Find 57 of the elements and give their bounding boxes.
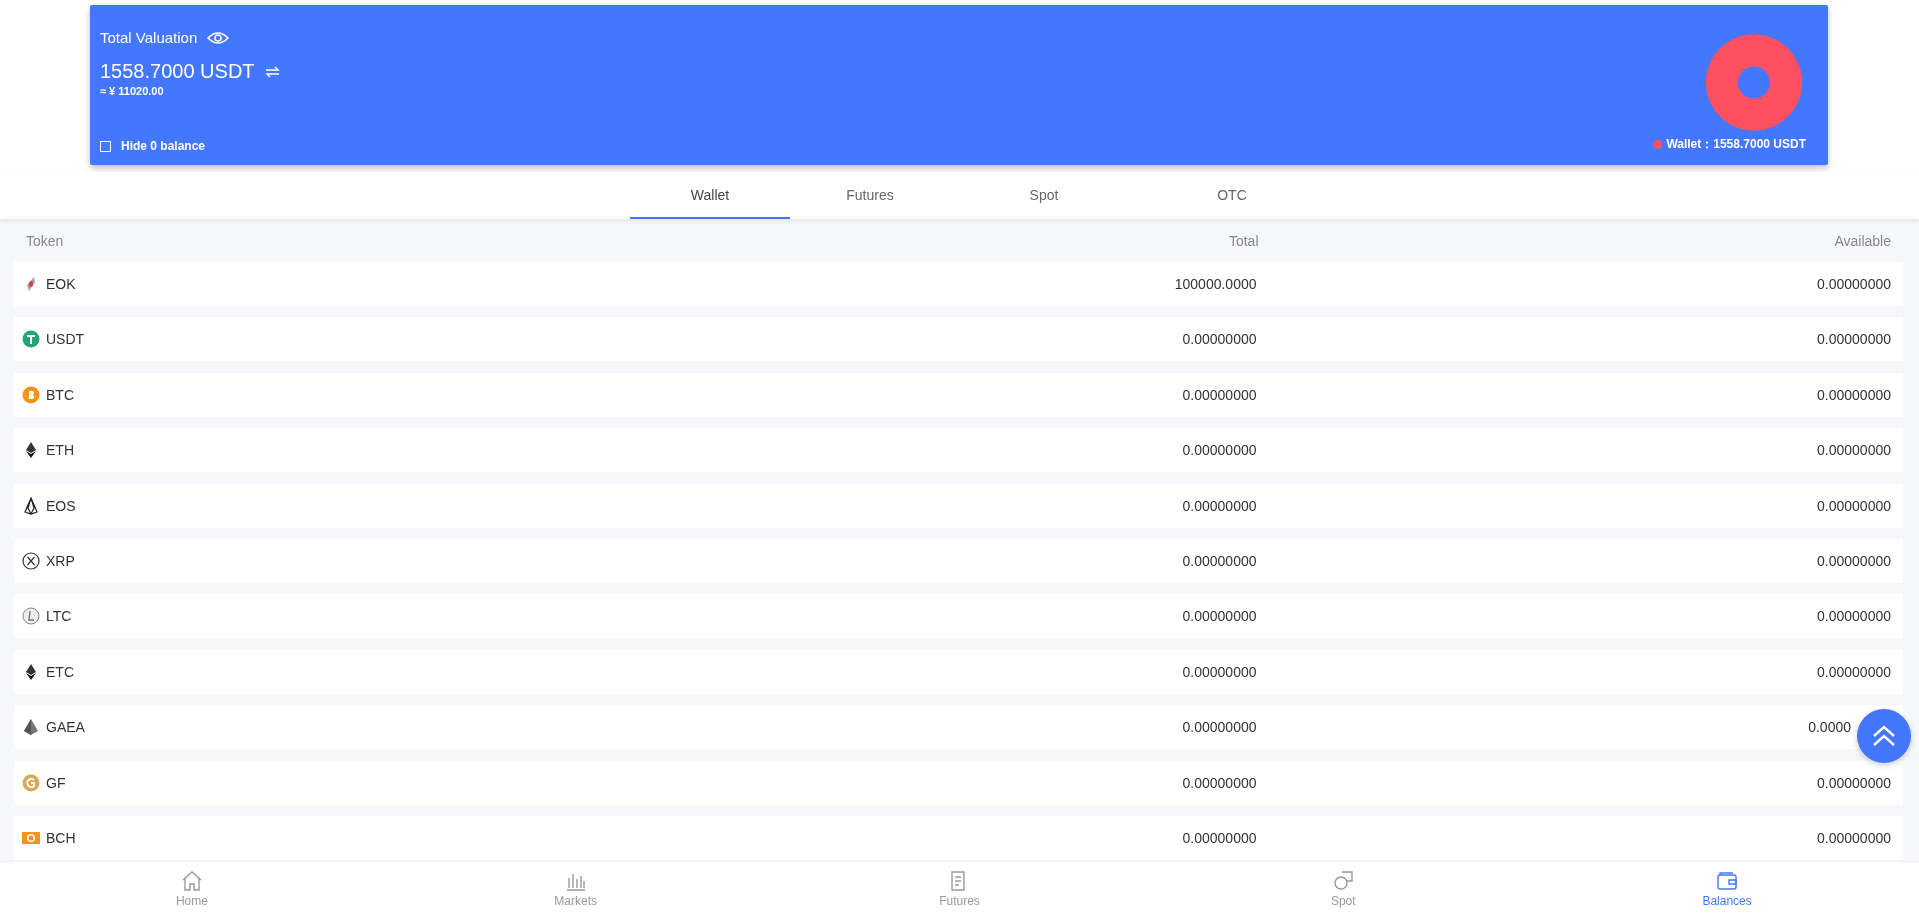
total-value: 0.00000000 <box>1181 442 1257 459</box>
available-value: 0.00000000 <box>1816 829 1891 846</box>
token-symbol: BTC <box>46 386 74 403</box>
legend-label: Wallet：1558.7000 USDT <box>1666 136 1806 153</box>
column-header: Token <box>26 232 65 249</box>
token-row[interactable]: BCH 0.00000000 0.00000000 <box>14 815 1903 860</box>
token-row[interactable]: EOK 100000.0000 0.00000000 <box>14 262 1903 306</box>
total-value: 0.00000000 <box>1181 719 1257 736</box>
available-value: 0.00000000 <box>1816 442 1891 459</box>
total-value: 0.00000000 <box>1181 331 1257 348</box>
token-symbol: USDT <box>46 331 85 348</box>
available-value: 0.00000000 <box>1816 331 1891 348</box>
total-value: 0.00000000 <box>1181 774 1257 791</box>
total-value: 0.00000000 <box>1181 497 1257 514</box>
checkbox-label: Hide 0 balance <box>121 139 206 153</box>
available-value: 0.00000000 <box>1816 663 1891 680</box>
available-value: 0.00000000 <box>1816 276 1891 292</box>
tab[interactable]: OTC <box>1138 172 1326 219</box>
token-row[interactable]: EOS 0.00000000 0.00000000 <box>14 483 1903 528</box>
total-value: 0.00000000 <box>1181 552 1257 569</box>
fiat-amount: ≈ ¥ 11020.00 <box>100 85 164 97</box>
token-row[interactable]: ETC 0.00000000 0.00000000 <box>14 649 1903 694</box>
available-value: 0.00000000 <box>1816 608 1891 625</box>
nav-item[interactable]: Balances <box>1535 862 1919 915</box>
token-symbol: ETH <box>46 442 74 459</box>
token-row[interactable]: USDT 0.00000000 0.00000000 <box>14 317 1903 362</box>
token-row[interactable]: ETH 0.00000000 0.00000000 <box>14 428 1903 473</box>
total-value: 100000.0000 <box>1173 276 1257 292</box>
token-symbol: BCH <box>46 829 76 846</box>
token-symbol: XRP <box>46 552 75 569</box>
token-symbol: GF <box>46 774 66 791</box>
tab[interactable]: Futures <box>790 172 950 219</box>
tab[interactable]: Spot <box>950 172 1138 219</box>
total-value: 0.00000000 <box>1181 829 1257 846</box>
token-symbol: GAEA <box>46 719 85 736</box>
token-row[interactable]: BTC 0.00000000 0.00000000 <box>14 372 1903 417</box>
total-amount: 1558.7000 USDT <box>100 60 255 83</box>
token-row[interactable]: LTC 0.00000000 0.00000000 <box>14 594 1903 639</box>
tab[interactable]: Wallet <box>630 172 790 219</box>
total-value: 0.00000000 <box>1181 386 1257 403</box>
total-value: 0.00000000 <box>1181 663 1257 680</box>
available-value: 0.00000000 <box>1816 552 1891 569</box>
column-header: Available <box>1833 232 1891 249</box>
token-symbol: LTC <box>46 608 72 625</box>
total-value: 0.00000000 <box>1181 608 1257 625</box>
token-row[interactable]: GF 0.00000000 0.00000000 <box>14 760 1903 805</box>
token-symbol: EOS <box>46 497 76 514</box>
available-value: 0.00000000 <box>1816 497 1891 514</box>
token-row[interactable]: GAEA 0.00000000 0.0000 <box>14 705 1903 750</box>
available-value: 0.0000 <box>1807 719 1852 736</box>
available-value: 0.00000000 <box>1816 386 1891 403</box>
valuation-title: Total Valuation <box>100 29 198 46</box>
column-header: Total <box>1227 232 1259 249</box>
available-value: 0.00000000 <box>1816 774 1891 791</box>
token-symbol: EOK <box>46 276 76 292</box>
token-row[interactable]: XRP 0.00000000 0.00000000 <box>14 538 1903 583</box>
token-symbol: ETC <box>46 663 74 680</box>
